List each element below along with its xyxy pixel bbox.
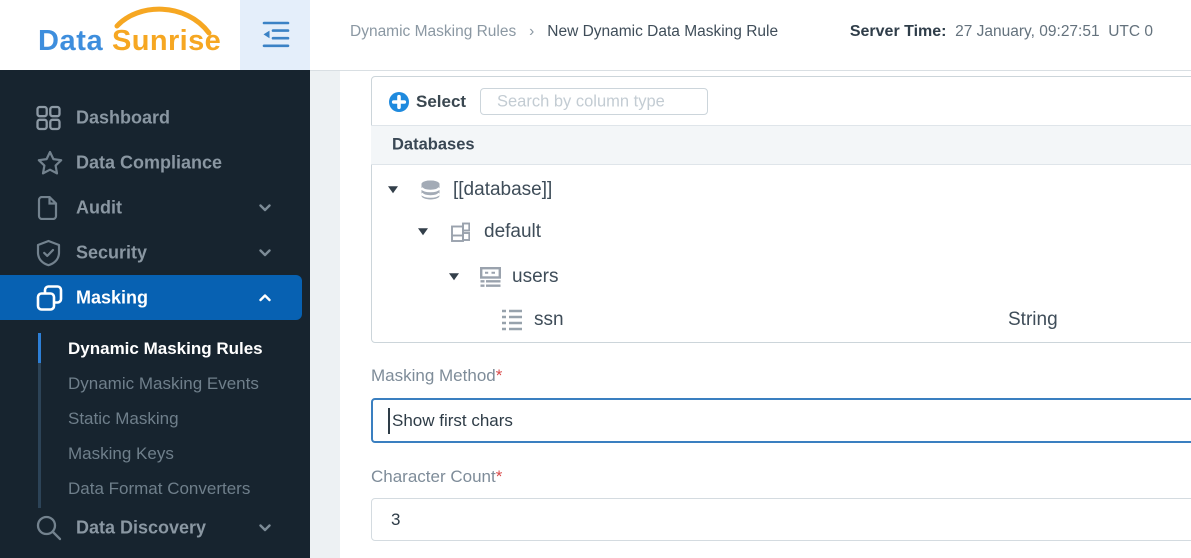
svg-text:Data: Data <box>38 25 104 57</box>
